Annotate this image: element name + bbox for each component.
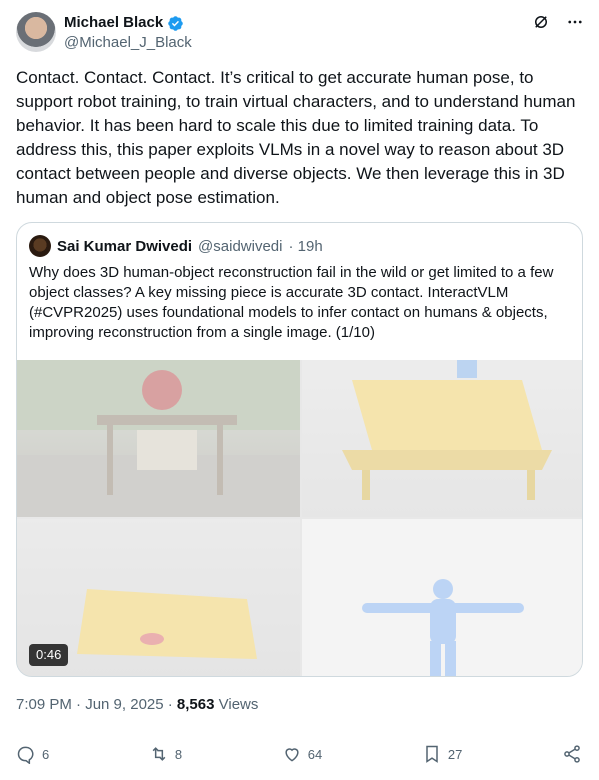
share-icon [564,745,580,763]
quoted-tweet-time: · 19h [288,237,323,255]
bookmark-count: 27 [447,746,463,762]
tweet-actions: 6 8 64 27 [16,744,582,764]
reply-count: 6 [42,746,50,762]
reply-icon [17,746,34,764]
quoted-author-avatar [29,235,51,257]
tweet-header: Michael Black @Michael_J_Black [16,12,585,56]
heart-icon [285,748,299,762]
author-avatar[interactable] [16,12,56,52]
quoted-tweet-text: Why does 3D human-object reconstruction … [29,264,554,341]
tweet-text: Contact. Contact. Contact. It’s critical… [16,68,576,207]
bookmark-icon [426,745,438,763]
verified-badge-icon [168,15,183,31]
repost-icon [152,747,166,761]
author-display-name-row[interactable]: Michael Black [64,13,192,33]
quoted-tweet[interactable]: Sai Kumar Dwivedi @saidwivedi · 19h Why … [16,222,583,677]
repost-button[interactable]: 8 [149,744,182,764]
bookmark-button[interactable]: 27 [422,744,462,764]
header-actions [531,12,585,32]
like-count: 64 [307,746,323,762]
video-panel-3d-human [302,519,582,676]
reply-button[interactable]: 6 [16,744,49,764]
quoted-author-handle: @saidwivedi [198,237,283,255]
video-panel-3d-bench [302,360,582,517]
share-button[interactable] [562,744,582,764]
views-count: 8,563 [176,696,215,713]
video-player[interactable]: 0:46 [17,360,582,676]
video-duration-badge: 0:46 [29,644,69,666]
more-icon[interactable] [565,12,585,32]
video-panel-real-photo [17,360,300,517]
author-handle[interactable]: @Michael_J_Black [64,33,192,53]
tweet-timestamp: 7:09 PM · Jun 9, 2025 · 8,563 Views [16,696,258,713]
views-label: Views [214,696,259,713]
repost-count: 8 [174,746,183,762]
quoted-author-name: Sai Kumar Dwivedi [57,237,193,255]
quoted-tweet-header: Sai Kumar Dwivedi @saidwivedi · 19h [29,235,323,257]
tweet-time-date[interactable]: 7:09 PM · Jun 9, 2025 · [16,696,177,713]
grok-icon[interactable] [531,12,551,32]
like-button[interactable]: 64 [282,744,322,764]
author-names: Michael Black @Michael_J_Black [64,13,192,53]
author-display-name[interactable]: Michael Black [64,13,163,33]
